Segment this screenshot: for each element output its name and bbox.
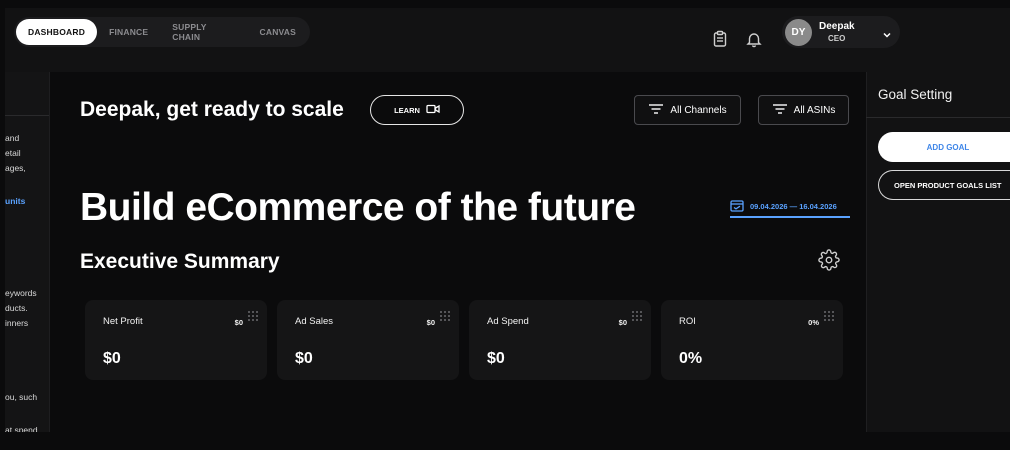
metric-card-ad-sales: Ad Sales $0 $0 (277, 300, 459, 380)
card-change: $0 (618, 318, 627, 327)
user-role: CEO (828, 34, 846, 43)
user-name: Deepak (819, 21, 855, 32)
card-value: $0 (103, 350, 121, 367)
left-panel-text: etail (5, 148, 21, 158)
main-tabs: DASHBOARD FINANCE SUPPLY CHAIN CANVAS (14, 17, 310, 47)
tab-finance[interactable]: FINANCE (97, 19, 160, 45)
left-panel-text: and (5, 133, 20, 143)
metric-card-roi: ROI 0% 0% (661, 300, 843, 380)
left-panel-text: ages, (5, 163, 26, 173)
card-change: $0 (426, 318, 435, 327)
tab-supply-chain[interactable]: SUPPLY CHAIN (160, 19, 247, 45)
drag-handle-icon[interactable] (631, 309, 643, 321)
learn-button[interactable]: LEARN (370, 95, 464, 125)
card-title: Ad Sales (295, 316, 334, 327)
channels-filter-label: All Channels (670, 104, 727, 116)
drag-handle-icon[interactable] (823, 309, 835, 321)
card-title: Net Profit (103, 316, 143, 327)
metric-card-ad-spend: Ad Spend $0 $0 (469, 300, 651, 380)
date-range-picker[interactable]: 09.04.2026 — 16.04.2026 (730, 196, 850, 218)
page-greeting: Deepak, get ready to scale (80, 98, 344, 121)
chevron-down-icon (882, 27, 892, 45)
drag-handle-icon[interactable] (439, 309, 451, 321)
card-change: $0 (234, 318, 243, 327)
left-panel-text: inners (5, 318, 29, 328)
filter-icon (772, 103, 788, 118)
learn-button-label: LEARN (394, 105, 420, 115)
left-panel-text: at spend (5, 425, 38, 432)
open-goals-list-button[interactable]: OPEN PRODUCT GOALS LIST (878, 170, 1010, 200)
clipboard-icon[interactable] (711, 30, 729, 48)
drag-handle-icon[interactable] (247, 309, 259, 321)
gear-icon[interactable] (818, 249, 840, 271)
card-title: Ad Spend (487, 316, 529, 327)
avatar: DY (785, 19, 812, 46)
goal-panel-title: Goal Setting (878, 87, 953, 102)
divider (866, 117, 1010, 118)
add-goal-button[interactable]: ADD GOAL (878, 132, 1010, 162)
user-menu[interactable]: DY Deepak CEO (782, 16, 900, 48)
asins-filter-button[interactable]: All ASINs (758, 95, 849, 125)
date-range-label: 09.04.2026 — 16.04.2026 (750, 201, 837, 211)
card-title: ROI (679, 316, 696, 327)
divider (5, 115, 49, 116)
card-value: $0 (295, 350, 313, 367)
filter-icon (648, 103, 664, 118)
card-value: $0 (487, 350, 505, 367)
card-change: 0% (808, 318, 819, 327)
metric-card-net-profit: Net Profit $0 $0 (85, 300, 267, 380)
left-panel-text: ou, such (5, 392, 38, 402)
channels-filter-button[interactable]: All Channels (634, 95, 741, 125)
tab-canvas[interactable]: CANVAS (248, 19, 308, 45)
asins-filter-label: All ASINs (793, 104, 836, 116)
left-panel-text: ducts. (5, 303, 28, 313)
hero-title: Build eCommerce of the future (80, 186, 636, 229)
left-panel-link[interactable]: units (5, 194, 25, 208)
left-info-panel: and etail ages, units eywords ducts. inn… (5, 72, 50, 432)
goal-setting-panel (866, 72, 1010, 432)
left-panel-text: eywords (5, 288, 37, 298)
card-value: 0% (679, 350, 703, 367)
bell-icon[interactable] (745, 30, 763, 48)
section-title: Executive Summary (80, 250, 280, 273)
calendar-icon (730, 199, 744, 214)
tab-dashboard[interactable]: DASHBOARD (16, 19, 98, 45)
video-icon (426, 104, 440, 116)
